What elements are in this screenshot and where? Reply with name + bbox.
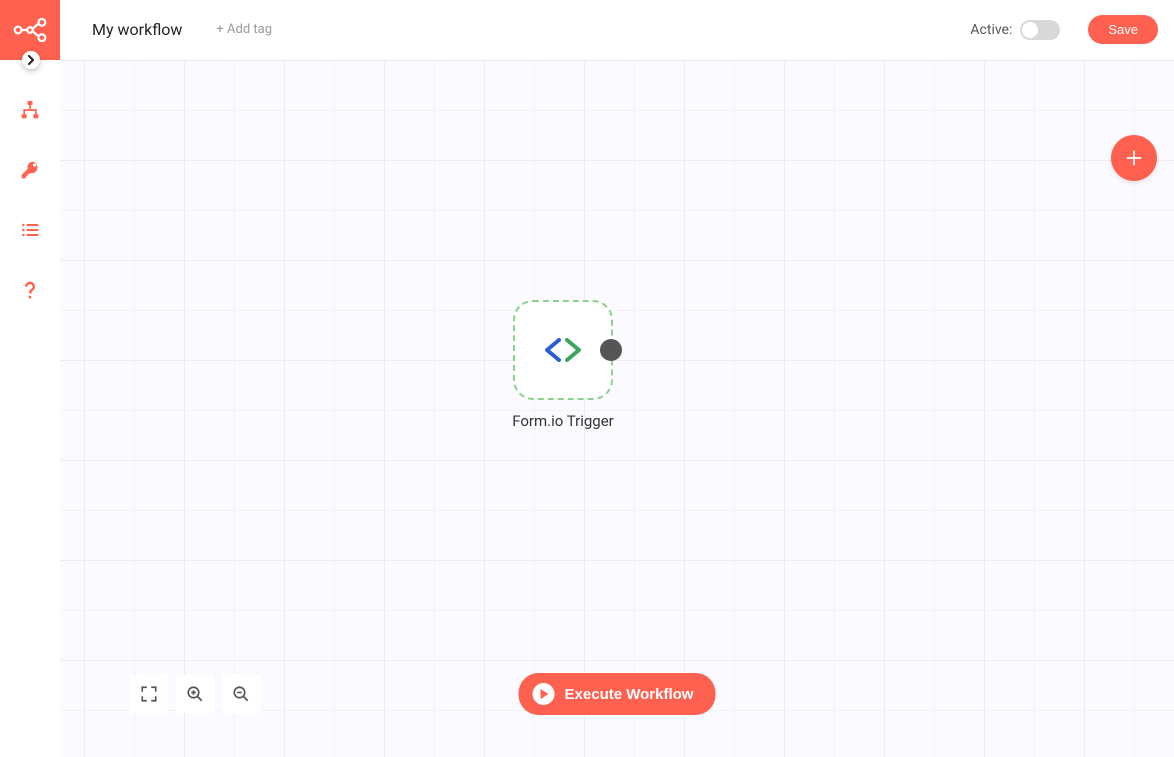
sidebar-item-credentials[interactable] [0, 140, 60, 200]
expand-icon [140, 685, 158, 703]
workflows-icon [20, 100, 40, 120]
zoom-in-button[interactable] [176, 675, 214, 713]
n8n-logo-icon [13, 15, 47, 45]
zoom-out-icon [232, 685, 250, 703]
zoom-out-button[interactable] [222, 675, 260, 713]
add-tag-button[interactable]: + Add tag [216, 22, 272, 37]
node-output-port[interactable] [600, 339, 622, 361]
zoom-controls [130, 675, 260, 713]
node-box[interactable] [513, 300, 613, 400]
add-node-button[interactable] [1111, 135, 1157, 181]
plus-icon [1124, 148, 1144, 168]
active-label: Active: [970, 22, 1012, 38]
list-icon [20, 220, 40, 240]
sidebar-item-executions[interactable] [0, 200, 60, 260]
workflow-name[interactable]: My workflow [92, 20, 182, 39]
key-icon [20, 160, 40, 180]
save-button[interactable]: Save [1088, 15, 1158, 44]
sidebar [0, 0, 60, 757]
chevron-right-icon [26, 55, 36, 65]
zoom-in-icon [186, 685, 204, 703]
node-label: Form.io Trigger [512, 412, 614, 430]
topbar: My workflow + Add tag Active: Save [60, 0, 1174, 60]
question-icon [20, 280, 40, 300]
zoom-fit-button[interactable] [130, 675, 168, 713]
active-toggle[interactable] [1020, 20, 1060, 40]
sidebar-item-help[interactable] [0, 260, 60, 320]
formio-icon [543, 338, 583, 362]
workflow-node[interactable]: Form.io Trigger [483, 300, 643, 430]
toggle-knob [1022, 22, 1038, 38]
execute-label: Execute Workflow [565, 686, 694, 703]
sidebar-item-workflows[interactable] [0, 80, 60, 140]
sidebar-expand-button[interactable] [22, 51, 40, 69]
execute-workflow-button[interactable]: Execute Workflow [519, 673, 716, 715]
play-icon [533, 683, 555, 705]
workflow-canvas[interactable]: Form.io Trigger [60, 60, 1174, 757]
